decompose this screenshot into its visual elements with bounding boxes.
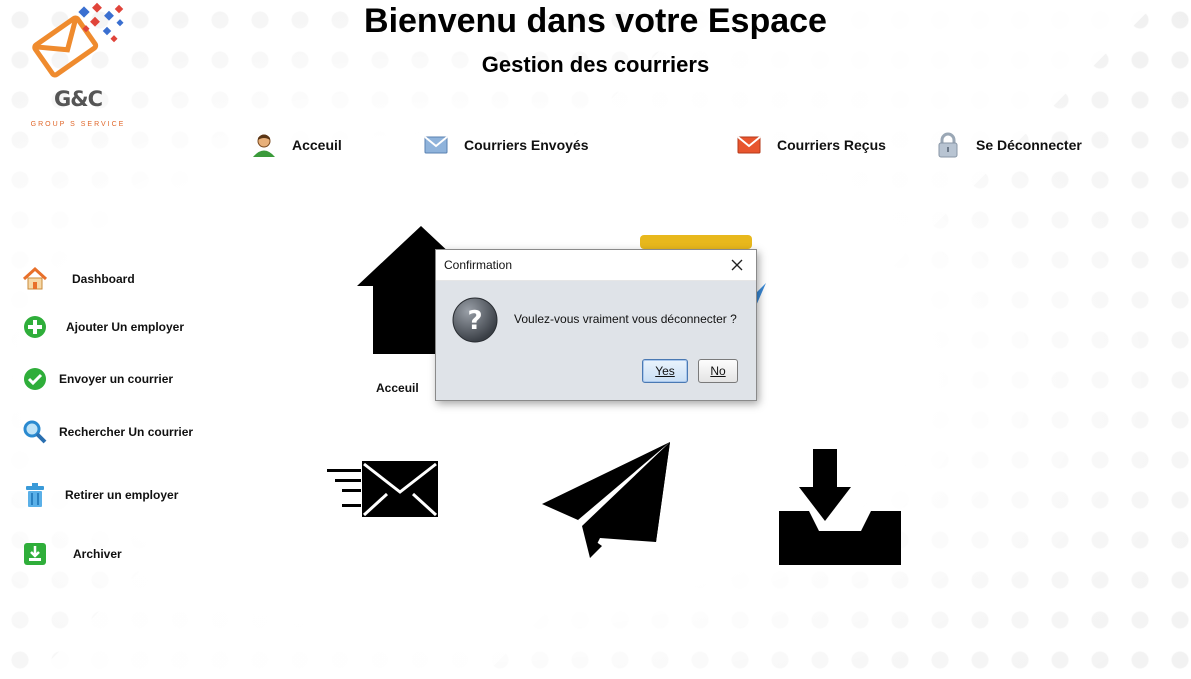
user-icon	[250, 132, 278, 158]
sidebar-item-archiver[interactable]: Archiver	[22, 540, 122, 568]
sidebar-item-retirer-employer[interactable]: Retirer un employer	[22, 481, 178, 509]
dialog-body: ? Voulez-vous vraiment vous déconnecter …	[436, 281, 756, 400]
topnav-courriers-envoyes-label: Courriers Envoyés	[464, 137, 589, 153]
topnav-se-deconnecter-label: Se Déconnecter	[976, 137, 1082, 153]
no-button[interactable]: No	[698, 359, 738, 383]
dialog-message: Voulez-vous vraiment vous déconnecter ?	[514, 312, 737, 326]
topnav-courriers-recus-label: Courriers Reçus	[777, 137, 886, 153]
dialog-title: Confirmation	[444, 258, 513, 272]
sidebar-item-label: Rechercher Un courrier	[59, 425, 194, 439]
sidebar-item-label: Envoyer un courrier	[59, 372, 174, 386]
sidebar-item-label: Dashboard	[72, 272, 135, 286]
fast-mail-icon[interactable]	[325, 460, 440, 525]
topnav-courriers-recus[interactable]: Courriers Reçus	[735, 130, 886, 160]
check-icon	[22, 366, 48, 392]
yes-button[interactable]: Yes	[642, 359, 688, 383]
logo-text: G&C	[54, 87, 103, 111]
sidebar-item-ajouter-employer[interactable]: Ajouter Un employer	[22, 313, 184, 341]
home-caption: Acceuil	[376, 381, 419, 395]
sidebar-item-envoyer-courrier[interactable]: Envoyer un courrier	[22, 365, 173, 393]
topnav-se-deconnecter[interactable]: Se Déconnecter	[934, 130, 1082, 160]
logo-tagline: GROUP S SERVICE	[30, 121, 126, 128]
home-icon	[22, 266, 48, 292]
sidebar-item-label: Retirer un employer	[65, 488, 179, 502]
topnav-acceuil[interactable]: Acceuil	[250, 130, 342, 160]
page-subtitle: Gestion des courriers	[481, 52, 710, 77]
sidebar-item-label: Archiver	[73, 547, 122, 561]
mail-received-icon	[735, 132, 763, 158]
topnav-courriers-envoyes[interactable]: Courriers Envoyés	[422, 130, 589, 160]
sidebar-item-label: Ajouter Un employer	[66, 320, 185, 334]
plus-icon	[22, 314, 48, 340]
lock-icon	[934, 132, 962, 158]
close-icon[interactable]	[726, 254, 748, 276]
sidebar-item-dashboard[interactable]: Dashboard	[22, 265, 135, 293]
mail-icon	[422, 132, 450, 158]
trash-icon	[22, 482, 48, 508]
question-icon: ?	[452, 297, 498, 343]
page-title: Bienvenu dans votre Espace	[364, 2, 827, 40]
dialog-titlebar[interactable]: Confirmation	[436, 250, 756, 281]
sidebar-item-rechercher-courrier[interactable]: Rechercher Un courrier	[22, 418, 193, 446]
svg-text:?: ?	[467, 306, 482, 336]
inbox-download-icon[interactable]	[779, 449, 901, 570]
download-icon	[22, 541, 48, 567]
search-icon	[22, 419, 48, 445]
topnav-acceuil-label: Acceuil	[292, 137, 342, 153]
confirmation-dialog: Confirmation ? Voulez-vous vraiment vous	[435, 249, 757, 401]
paper-plane-icon[interactable]	[542, 442, 672, 567]
